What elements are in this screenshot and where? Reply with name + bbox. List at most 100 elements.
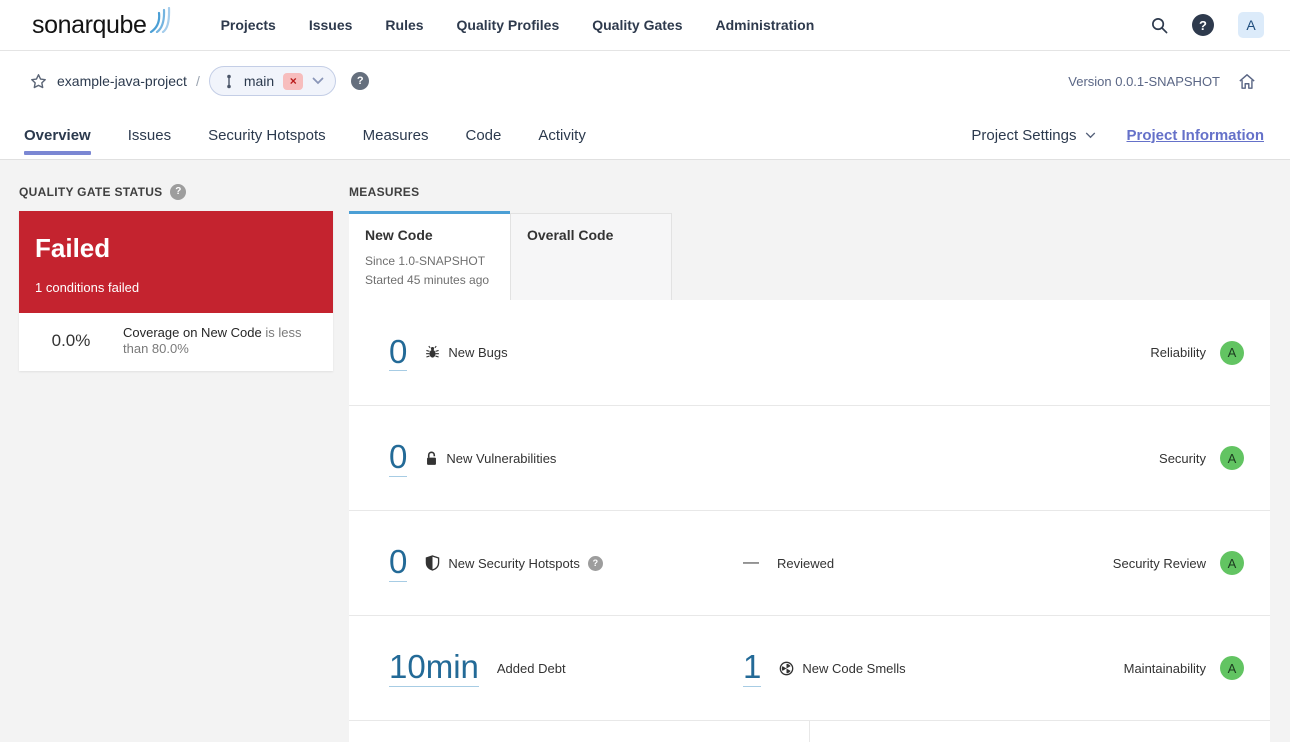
security-rating-group: Security A xyxy=(1159,446,1244,470)
nav-rules[interactable]: Rules xyxy=(385,17,423,33)
chevron-down-icon[interactable] xyxy=(312,77,324,85)
branch-icon xyxy=(223,74,235,89)
new-bugs-label-group: New Bugs xyxy=(425,345,508,360)
new-security-hotspots-label: New Security Hotspots xyxy=(448,555,580,571)
quality-gate-title-row: QUALITY GATE STATUS ? xyxy=(19,183,333,200)
measure-row-maintainability: 10min Added Debt 1 New Code Smells Maint… xyxy=(349,615,1270,720)
next-row-left-cell xyxy=(349,721,810,742)
new-code-smells-label: New Code Smells xyxy=(802,660,906,676)
added-debt-label-group: Added Debt xyxy=(497,661,566,676)
close-icon[interactable]: × xyxy=(283,72,304,90)
quality-gate-title: QUALITY GATE STATUS xyxy=(19,184,163,199)
maintainability-rating-badge[interactable]: A xyxy=(1220,656,1244,680)
tab-new-code[interactable]: New Code Since 1.0-SNAPSHOT Started 45 m… xyxy=(349,211,510,300)
measure-row-security: 0 New Vulnerabilities Security A xyxy=(349,405,1270,510)
new-security-hotspots-count-link[interactable]: 0 xyxy=(389,544,408,582)
new-code-started: Started 45 minutes ago xyxy=(365,273,490,287)
tab-code[interactable]: Code xyxy=(465,111,501,159)
shield-icon xyxy=(425,555,440,571)
measures-section: MEASURES New Code Since 1.0-SNAPSHOT Sta… xyxy=(349,184,1270,742)
new-code-smells-label-group: New Code Smells xyxy=(779,660,906,676)
new-vulnerabilities-label-group: New Vulnerabilities xyxy=(425,451,556,466)
failed-condition-row: 0.0% Coverage on New Code is less than 8… xyxy=(19,313,333,371)
sonarqube-logo[interactable]: sonar qube xyxy=(32,6,173,40)
tab-overall-code-label: Overall Code xyxy=(527,227,614,243)
breadcrumb: example-java-project / main × ? Version … xyxy=(0,51,1290,111)
tab-measures[interactable]: Measures xyxy=(363,111,429,159)
new-bugs-count-link[interactable]: 0 xyxy=(389,334,408,372)
new-code-since: Since 1.0-SNAPSHOT xyxy=(365,254,486,268)
security-review-rating-group: Security Review A xyxy=(1113,551,1244,575)
new-vulnerabilities-count-link[interactable]: 0 xyxy=(389,439,408,477)
nav-quality-gates[interactable]: Quality Gates xyxy=(592,17,682,33)
new-vulnerabilities-label: New Vulnerabilities xyxy=(446,450,557,466)
project-version: Version 0.0.1-SNAPSHOT xyxy=(1068,73,1220,89)
maintainability-label: Maintainability xyxy=(1123,660,1206,676)
topbar-right: ? A xyxy=(1151,12,1264,38)
search-icon[interactable] xyxy=(1151,17,1168,34)
quality-gate-card: Failed 1 conditions failed 0.0% Coverage… xyxy=(19,211,333,371)
reliability-rating-badge[interactable]: A xyxy=(1220,340,1244,365)
bug-icon xyxy=(425,345,440,360)
quality-gate-section: QUALITY GATE STATUS ? Failed 1 condition… xyxy=(19,183,333,742)
favorite-star-icon[interactable] xyxy=(30,73,47,90)
breadcrumb-separator: / xyxy=(195,73,200,89)
code-smell-icon xyxy=(779,661,794,676)
new-security-hotspots-label-group: New Security Hotspots ? xyxy=(425,555,603,571)
nav-issues[interactable]: Issues xyxy=(309,17,353,33)
quality-gate-status-banner: Failed 1 conditions failed xyxy=(19,211,333,313)
reviewed-label: Reviewed xyxy=(777,555,835,571)
condition-text: Coverage on New Code is less than 80.0% xyxy=(123,325,317,357)
tab-overview[interactable]: Overview xyxy=(24,111,91,159)
avatar[interactable]: A xyxy=(1238,12,1264,38)
security-rating-badge[interactable]: A xyxy=(1220,446,1244,470)
active-tab-underline xyxy=(24,151,91,155)
logo-waves-icon xyxy=(147,6,173,40)
security-review-rating-badge[interactable]: A xyxy=(1220,551,1244,575)
reliability-label: Reliability xyxy=(1150,345,1206,360)
tab-new-code-label: New Code xyxy=(365,227,433,243)
new-code-smells-count-link[interactable]: 1 xyxy=(743,649,762,687)
project-name-link[interactable]: example-java-project xyxy=(57,73,187,89)
branch-selector[interactable]: main × xyxy=(208,66,337,96)
project-settings-label: Project Settings xyxy=(971,126,1077,144)
reviewed-group: — Reviewed xyxy=(743,554,834,572)
next-measures-row-partial xyxy=(349,720,1270,742)
branch-name: main xyxy=(243,73,275,89)
branch-help-icon[interactable]: ? xyxy=(351,72,370,90)
tab-actions: Project Settings Project Information xyxy=(971,127,1264,144)
measures-tabs: New Code Since 1.0-SNAPSHOT Started 45 m… xyxy=(349,211,1270,300)
top-navigation-bar: sonar qube Projects Issues Rules Quality … xyxy=(0,0,1290,51)
tab-overall-code[interactable]: Overall Code xyxy=(510,213,672,300)
project-tab-bar: Overview Issues Security Hotspots Measur… xyxy=(0,111,1290,159)
condition-value: 0.0% xyxy=(51,331,91,350)
measures-body: 0 New Bugs Reliability A 0 New Vulnerabi… xyxy=(349,300,1270,742)
measure-row-security-review: 0 New Security Hotspots ? — Reviewed Sec… xyxy=(349,510,1270,615)
measures-title: MEASURES xyxy=(349,184,420,199)
overview-content: QUALITY GATE STATUS ? Failed 1 condition… xyxy=(0,160,1290,742)
tab-overview-label: Overview xyxy=(24,126,91,144)
reliability-rating-group: Reliability A xyxy=(1150,340,1244,365)
security-review-label: Security Review xyxy=(1112,555,1206,571)
measures-title-row: MEASURES xyxy=(349,184,1270,199)
tab-activity[interactable]: Activity xyxy=(538,111,586,159)
added-debt-link[interactable]: 10min xyxy=(389,649,479,687)
nav-quality-profiles[interactable]: Quality Profiles xyxy=(457,17,560,33)
tab-new-code-subtitle: Since 1.0-SNAPSHOT Started 45 minutes ag… xyxy=(365,252,494,290)
help-icon[interactable]: ? xyxy=(1192,14,1214,36)
tab-security-hotspots[interactable]: Security Hotspots xyxy=(208,111,326,159)
added-debt-label: Added Debt xyxy=(496,660,566,676)
project-information-link[interactable]: Project Information xyxy=(1126,127,1264,144)
home-icon[interactable] xyxy=(1238,73,1256,90)
new-bugs-label: New Bugs xyxy=(448,345,508,360)
project-settings-dropdown[interactable]: Project Settings xyxy=(971,127,1096,144)
hotspots-help-icon[interactable]: ? xyxy=(587,555,603,571)
logo-text-bold: sonar xyxy=(32,10,93,39)
condition-metric-link[interactable]: Coverage on New Code xyxy=(123,325,262,340)
tab-issues[interactable]: Issues xyxy=(128,111,171,159)
quality-gate-help-icon[interactable]: ? xyxy=(170,183,187,200)
nav-administration[interactable]: Administration xyxy=(716,17,815,33)
nav-projects[interactable]: Projects xyxy=(221,17,276,33)
security-label: Security xyxy=(1159,450,1206,466)
reviewed-dash: — xyxy=(743,554,759,571)
